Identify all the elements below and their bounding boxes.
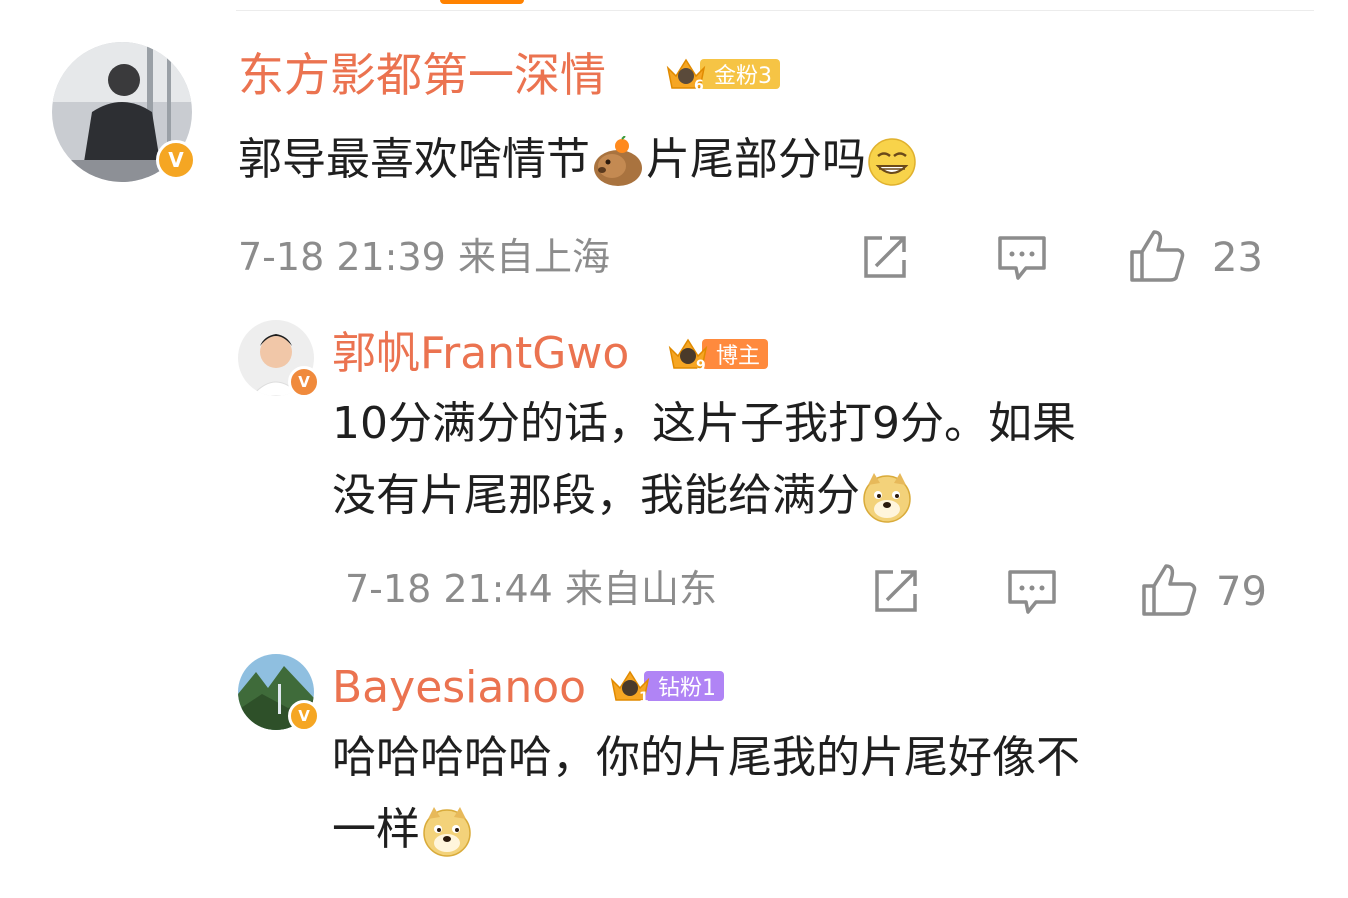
reply-text-part: 一样	[332, 804, 420, 855]
timestamp: 7-18 21:39	[238, 235, 446, 279]
blogger-badge: 9 博主	[666, 337, 769, 374]
reply-text-line: 没有片尾那段，我能给满分	[332, 460, 914, 532]
crown-icon: 1	[610, 670, 650, 706]
reply-text-line: 哈哈哈哈哈，你的片尾我的片尾好像不	[332, 732, 1080, 783]
share-icon[interactable]	[871, 568, 921, 614]
comment-meta: 7-18 21:39 来自上海	[238, 238, 610, 276]
username[interactable]: 东方影都第一深情	[238, 52, 606, 98]
avatar[interactable]: V	[52, 42, 196, 182]
grin-emoji-icon	[868, 138, 916, 186]
like-icon[interactable]	[1128, 228, 1186, 284]
reply-text-part: 没有片尾那段，我能给满分	[332, 470, 860, 521]
reply-icon[interactable]	[996, 234, 1048, 282]
location: 来自上海	[457, 235, 610, 279]
fan-badge-label: 金粉3	[700, 59, 780, 89]
reply-icon[interactable]	[1006, 568, 1058, 616]
fan-badge-label: 钻粉1	[644, 671, 724, 701]
svg-text:6: 6	[694, 78, 704, 94]
reply-text-line: 10分满分的话，这片子我打9分。如果	[332, 398, 1076, 449]
username[interactable]: 郭帆FrantGwo	[332, 332, 629, 376]
verified-badge-icon: V	[288, 366, 320, 398]
blogger-badge-label: 博主	[702, 339, 769, 369]
like-icon[interactable]	[1140, 562, 1198, 618]
comment-text: 郭导最喜欢啥情节 片尾部分吗	[238, 124, 918, 196]
share-icon[interactable]	[860, 234, 910, 280]
doge-emoji-icon	[863, 473, 911, 523]
timestamp: 7-18 21:44	[345, 567, 553, 611]
fan-badge: 6 金粉3	[664, 57, 780, 94]
fan-badge: 1 钻粉1	[608, 669, 724, 706]
location: 来自山东	[564, 567, 717, 611]
verified-badge-icon: V	[156, 140, 196, 180]
crown-icon: 6	[666, 58, 706, 94]
reply-text-line: 一样	[332, 794, 474, 866]
comment-text-part: 郭导最喜欢啥情节	[238, 134, 590, 185]
like-count: 23	[1212, 235, 1263, 281]
svg-text:9: 9	[696, 358, 706, 374]
crown-icon: 9	[668, 338, 708, 374]
verified-badge-icon: V	[288, 700, 320, 732]
like-count: 79	[1216, 569, 1267, 615]
divider	[236, 10, 1314, 11]
svg-text:1: 1	[639, 690, 649, 706]
capybara-emoji-icon	[594, 136, 642, 186]
reply-meta: 7-18 21:44 来自山东	[345, 570, 717, 608]
comment-text-part: 片尾部分吗	[646, 134, 866, 185]
username[interactable]: Bayesianoo	[332, 666, 586, 710]
avatar[interactable]: V	[238, 654, 320, 732]
doge-emoji-icon	[423, 807, 471, 857]
avatar[interactable]: V	[238, 320, 320, 398]
active-tab-indicator	[440, 0, 524, 4]
